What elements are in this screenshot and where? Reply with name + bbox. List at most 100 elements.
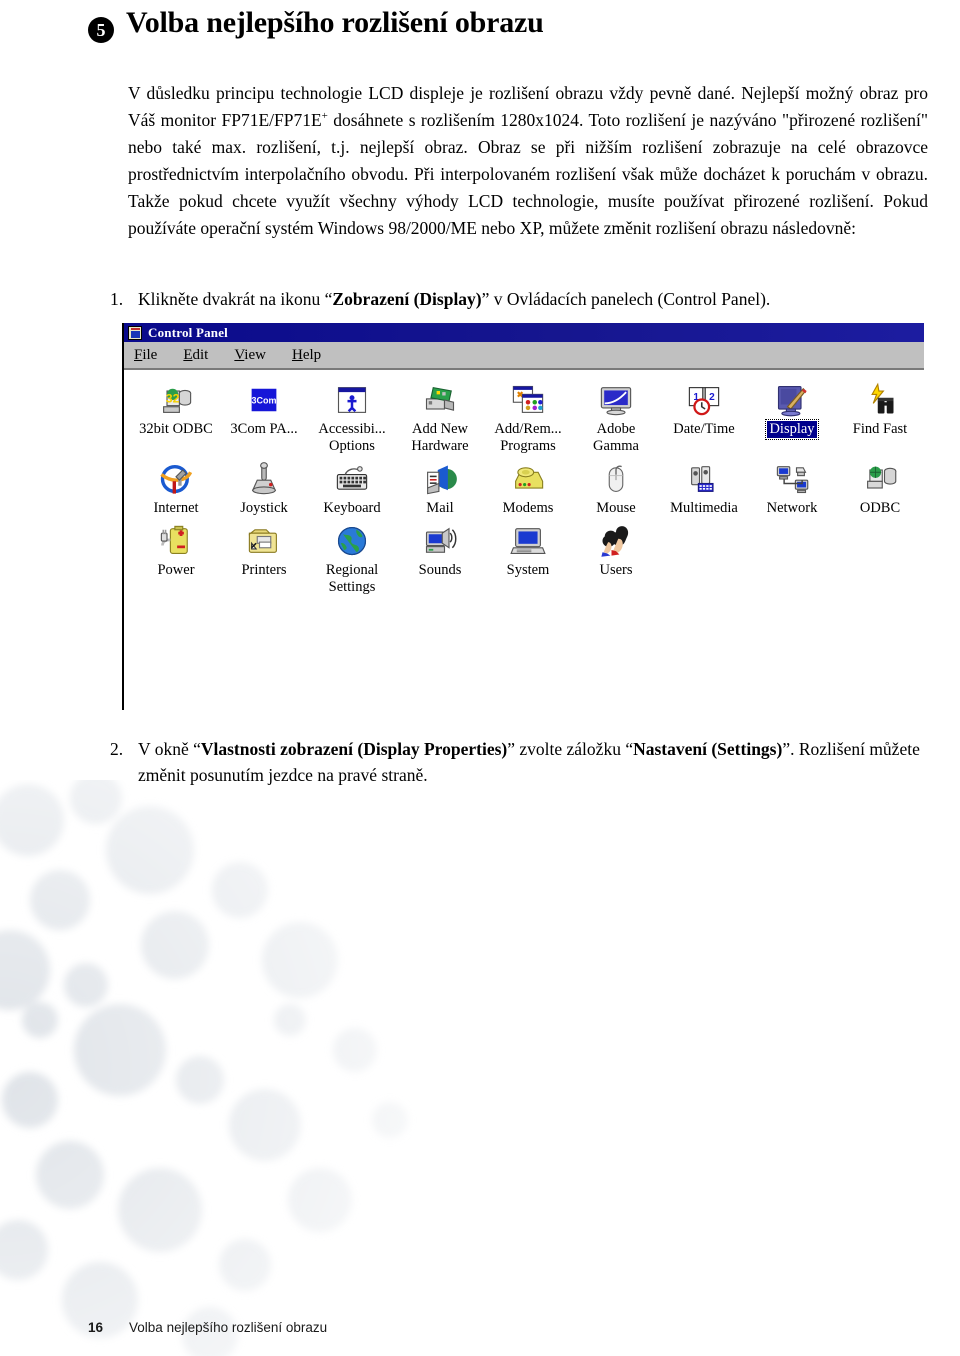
cp-item-label-3com-pa: 3Com PA...: [230, 421, 298, 437]
cp-item-label-internet: Internet: [153, 500, 199, 516]
svg-text:2: 2: [709, 392, 715, 403]
menu-edit-accel: E: [183, 346, 193, 363]
menu-help-accel: H: [291, 346, 303, 363]
cp-item-label-joystick: Joystick: [240, 500, 288, 516]
printers-icon: [246, 523, 282, 559]
cp-item-adobe-gamma[interactable]: Adobe Gamma: [572, 378, 660, 457]
control-panel-menubar[interactable]: File Edit View Help: [124, 342, 924, 370]
cp-item-label-keyboard: Keyboard: [323, 500, 381, 516]
cp-item-label-network: Network: [766, 500, 818, 516]
cp-item-label-mouse: Mouse: [596, 500, 636, 516]
footer-page-number: 16: [88, 1320, 104, 1335]
control-panel-icon-grid[interactable]: 32 32bit ODBC 3Com 3Com PA... Accessibi... O…: [124, 370, 924, 710]
step-2-number: 2.: [110, 739, 124, 759]
internet-icon: [158, 461, 194, 497]
display-icon: [774, 382, 810, 418]
step-1-post: ” v Ovládacích panelech (Control Panel).: [481, 289, 771, 309]
cp-item-odbc[interactable]: ODBC: [836, 457, 924, 519]
cp-item-date-time[interactable]: 1 2 Date/Time: [660, 378, 748, 457]
cp-item-printers[interactable]: Printers: [220, 519, 308, 598]
odbc-icon: [862, 461, 898, 497]
cp-item-label-users: Users: [599, 562, 633, 578]
keyboard-icon: [334, 461, 370, 497]
cp-item-keyboard[interactable]: Keyboard: [308, 457, 396, 519]
cp-item-label-odbc: ODBC: [859, 500, 901, 516]
cp-item-label-power: Power: [157, 562, 195, 578]
accessibility-icon: [334, 382, 370, 418]
step-2: 2. V okně “Vlastnosti zobrazení (Display…: [110, 736, 930, 788]
users-icon: [598, 523, 634, 559]
cp-item-label-find-fast: Find Fast: [852, 421, 908, 437]
menu-file-rest: ile: [142, 346, 158, 363]
menu-help-rest: elp: [302, 346, 322, 363]
intro-paragraph: V důsledku principu technologie LCD disp…: [128, 80, 928, 242]
section-bullet-number: 5: [88, 17, 114, 43]
odbc-32bit-icon: 32: [158, 382, 194, 418]
cp-item-label-adobe-gamma: Adobe Gamma: [593, 421, 639, 454]
menu-item-file[interactable]: File: [134, 347, 157, 364]
cp-item-label-sounds: Sounds: [418, 562, 462, 578]
system-icon: [510, 523, 546, 559]
power-icon: [158, 523, 194, 559]
bubble-watermark: [0, 780, 408, 1356]
cp-item-internet[interactable]: Internet: [132, 457, 220, 519]
cp-item-add-remove-programs[interactable]: Add/Rem... Programs: [484, 378, 572, 457]
cp-item-multimedia[interactable]: Multimedia: [660, 457, 748, 519]
cp-item-users[interactable]: Users: [572, 519, 660, 598]
cp-item-system[interactable]: System: [484, 519, 572, 598]
page-title-text: Volba nejlepšího rozlišení obrazu: [126, 6, 544, 39]
3com-icon: 3Com: [246, 382, 282, 418]
step-1-pre: Klikněte dvakrát na ikonu “: [138, 289, 333, 309]
cp-item-mouse[interactable]: Mouse: [572, 457, 660, 519]
step-1-number: 1.: [110, 289, 124, 309]
cp-item-label-multimedia: Multimedia: [670, 500, 738, 516]
menu-edit-rest: dit: [192, 346, 209, 363]
modems-icon: [510, 461, 546, 497]
step-2-mid: ” zvolte záložku “: [507, 739, 634, 759]
cp-item-label-system: System: [506, 562, 550, 578]
svg-text:32: 32: [166, 391, 180, 405]
menu-item-view[interactable]: View: [234, 347, 266, 364]
cp-item-label-display: Display: [765, 419, 819, 440]
cp-item-label-add-remove-programs: Add/Rem... Programs: [494, 421, 562, 454]
cp-item-power[interactable]: Power: [132, 519, 220, 598]
cp-item-modems[interactable]: Modems: [484, 457, 572, 519]
sounds-icon: [422, 523, 458, 559]
step-2-bold-1: Vlastnosti zobrazení (Display Properties…: [200, 739, 508, 759]
cp-item-label-date-time: Date/Time: [673, 421, 735, 437]
menu-view-rest: iew: [244, 346, 266, 363]
menu-item-help[interactable]: Help: [292, 347, 321, 364]
regional-settings-icon: [334, 523, 370, 559]
cp-item-add-new-hardware[interactable]: Add New Hardware: [396, 378, 484, 457]
cp-item-label-modems: Modems: [502, 500, 554, 516]
control-panel-row-1: 32 32bit ODBC 3Com 3Com PA... Accessibi... O…: [132, 378, 924, 457]
cp-item-find-fast[interactable]: Find Fast: [836, 378, 924, 457]
step-1-bold: Zobrazení (Display): [332, 289, 482, 309]
step-1-text: Klikněte dvakrát na ikonu “Zobrazení (Di…: [138, 286, 930, 312]
control-panel-icon: [128, 325, 142, 340]
step-2-pre: V okně “: [138, 739, 201, 759]
cp-item-32bit-odbc[interactable]: 32 32bit ODBC: [132, 378, 220, 457]
cp-item-3com-pa[interactable]: 3Com 3Com PA...: [220, 378, 308, 457]
control-panel-title-text: Control Panel: [148, 324, 228, 340]
mouse-icon: [598, 461, 634, 497]
cp-item-sounds[interactable]: Sounds: [396, 519, 484, 598]
cp-item-display[interactable]: Display: [748, 378, 836, 457]
cp-item-mail[interactable]: Mail: [396, 457, 484, 519]
control-panel-row-3: Power Printers Regional Settings Sounds Syst…: [132, 519, 924, 598]
mail-icon: [422, 461, 458, 497]
cp-item-label-accessibility-options: Accessibi... Options: [318, 421, 386, 454]
cp-item-regional-settings[interactable]: Regional Settings: [308, 519, 396, 598]
cp-item-accessibility-options[interactable]: Accessibi... Options: [308, 378, 396, 457]
add-remove-programs-icon: [510, 382, 546, 418]
multimedia-icon: [686, 461, 722, 497]
add-new-hardware-icon: [422, 382, 458, 418]
page-footer: 16 Volba nejlepšího rozlišení obrazu: [88, 1320, 327, 1335]
page-title: 5 Volba nejlepšího rozlišení obrazu: [88, 6, 928, 43]
step-1: 1. Klikněte dvakrát na ikonu “Zobrazení …: [110, 286, 930, 312]
cp-item-joystick[interactable]: Joystick: [220, 457, 308, 519]
cp-item-label-printers: Printers: [241, 562, 287, 578]
control-panel-window[interactable]: Control Panel File Edit View Help 32 32bi…: [122, 323, 924, 710]
menu-item-edit[interactable]: Edit: [183, 347, 208, 364]
cp-item-network[interactable]: Network: [748, 457, 836, 519]
